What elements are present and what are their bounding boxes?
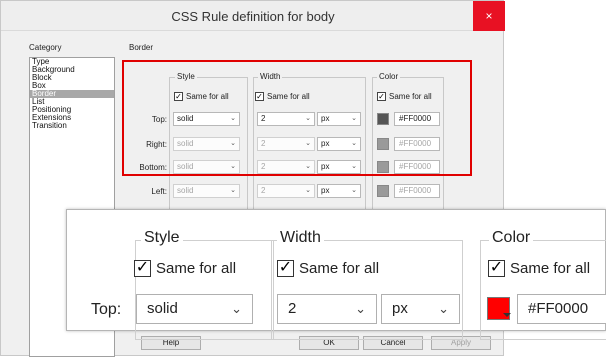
panel-heading: Border <box>129 43 154 52</box>
zoom-style-same-label: Same for all <box>156 260 237 277</box>
chevron-down-icon: ⌄ <box>231 301 242 316</box>
close-button[interactable]: × <box>473 1 505 31</box>
zoom-style-legend: Style <box>141 229 183 247</box>
swatch-dropdown-icon <box>503 313 511 317</box>
zoom-style-same-checkbox[interactable]: ✓ <box>134 260 151 277</box>
category-heading: Category <box>29 43 62 52</box>
zoom-row-label-top: Top: <box>91 301 122 318</box>
unit-select-left[interactable]: px ⌄ <box>317 184 361 198</box>
zoom-unit-select[interactable]: px ⌄ <box>381 294 460 324</box>
zoom-inset: Style Width Color ✓ Same for all ✓ Same … <box>66 209 606 340</box>
zoom-width-same-checkbox[interactable]: ✓ <box>277 260 294 277</box>
chevron-down-icon: ⌄ <box>230 187 236 194</box>
color-hex-left[interactable]: #FF0000 <box>394 184 440 198</box>
zoom-color-same-label: Same for all <box>510 260 591 277</box>
zoom-width-same-label: Same for all <box>299 260 380 277</box>
row-label-left: Left: <box>151 187 167 196</box>
chevron-down-icon: ⌄ <box>351 187 357 194</box>
unit-value-left: px <box>321 186 330 195</box>
zoom-style-group <box>135 240 274 340</box>
zoom-color-legend: Color <box>489 229 534 247</box>
chevron-down-icon: ⌄ <box>355 301 366 316</box>
color-swatch-left[interactable] <box>377 185 389 197</box>
category-item-transition[interactable]: Transition <box>30 122 114 130</box>
style-select-left[interactable]: solid ⌄ <box>173 184 240 198</box>
dialog-title: CSS Rule definition for body <box>171 9 335 24</box>
style-value-left: solid <box>177 186 194 195</box>
chevron-down-icon: ⌄ <box>438 301 449 316</box>
highlight-box <box>122 60 472 176</box>
zoom-color-group <box>480 240 606 340</box>
width-select-left[interactable]: 2 ⌄ <box>257 184 315 198</box>
title-bar: CSS Rule definition for body × <box>1 1 505 31</box>
width-value-left: 2 <box>261 186 266 195</box>
zoom-unit-value: px <box>392 300 408 317</box>
zoom-width-value: 2 <box>288 300 297 317</box>
zoom-color-same-checkbox[interactable]: ✓ <box>488 260 505 277</box>
zoom-width-group <box>271 240 463 340</box>
zoom-width-legend: Width <box>277 229 324 247</box>
chevron-down-icon: ⌄ <box>305 187 311 194</box>
zoom-width-select[interactable]: 2 ⌄ <box>277 294 377 324</box>
zoom-style-value: solid <box>147 300 178 317</box>
zoom-color-hex[interactable]: #FF0000 <box>517 294 606 324</box>
zoom-style-select[interactable]: solid ⌄ <box>136 294 253 324</box>
